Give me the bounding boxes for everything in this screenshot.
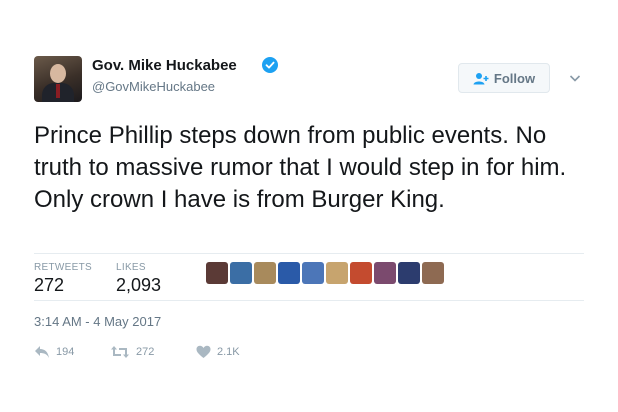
tweet-card: Gov. Mike Huckabee @GovMikeHuckabee Foll… bbox=[0, 0, 618, 412]
timestamp[interactable]: 3:14 AM - 4 May 2017 bbox=[34, 314, 161, 329]
divider-top bbox=[34, 253, 584, 254]
liker-avatar[interactable] bbox=[302, 262, 324, 284]
tweet-text: Prince Phillip steps down from public ev… bbox=[34, 122, 567, 213]
liker-avatar[interactable] bbox=[350, 262, 372, 284]
liker-avatars bbox=[206, 262, 446, 284]
likes-count[interactable]: 2,093 bbox=[116, 275, 161, 296]
heart-icon bbox=[196, 345, 211, 358]
avatar[interactable] bbox=[34, 56, 82, 102]
follow-button[interactable]: Follow bbox=[458, 63, 550, 93]
reply-count: 194 bbox=[56, 346, 75, 358]
retweets-count[interactable]: 272 bbox=[34, 275, 64, 296]
liker-avatar[interactable] bbox=[254, 262, 276, 284]
divider-bottom bbox=[34, 300, 584, 301]
liker-avatar[interactable] bbox=[230, 262, 252, 284]
chevron-down-icon[interactable] bbox=[569, 72, 581, 84]
add-user-icon bbox=[473, 72, 489, 84]
retweets-label: RETWEETS bbox=[34, 262, 92, 273]
retweet-button[interactable]: 272 bbox=[110, 345, 154, 359]
liker-avatar[interactable] bbox=[422, 262, 444, 284]
reply-button[interactable]: 194 bbox=[34, 345, 74, 359]
retweet-count: 272 bbox=[136, 346, 155, 358]
avatar-head bbox=[50, 64, 66, 83]
author-handle[interactable]: @GovMikeHuckabee bbox=[92, 79, 215, 94]
author-name[interactable]: Gov. Mike Huckabee bbox=[92, 57, 237, 74]
liker-avatar[interactable] bbox=[206, 262, 228, 284]
liker-avatar[interactable] bbox=[398, 262, 420, 284]
reply-icon bbox=[35, 346, 49, 358]
retweet-icon bbox=[111, 346, 129, 358]
verified-badge-icon bbox=[262, 57, 278, 73]
likes-label: LIKES bbox=[116, 262, 146, 273]
liker-avatar[interactable] bbox=[326, 262, 348, 284]
like-count: 2.1K bbox=[217, 346, 240, 358]
like-button[interactable]: 2.1K bbox=[196, 345, 240, 359]
liker-avatar[interactable] bbox=[374, 262, 396, 284]
follow-button-label: Follow bbox=[493, 70, 536, 86]
liker-avatar[interactable] bbox=[278, 262, 300, 284]
avatar-tie bbox=[56, 84, 60, 98]
